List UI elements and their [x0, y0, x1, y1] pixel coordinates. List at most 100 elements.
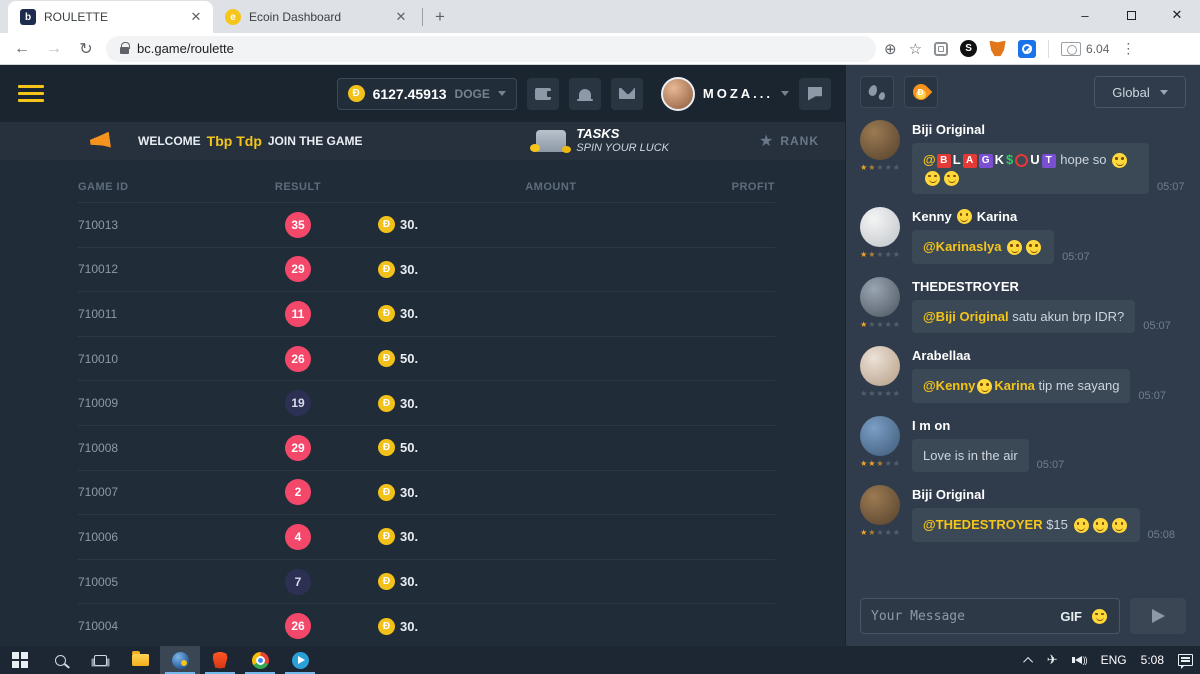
browser-menu-icon[interactable]: ⋮ [1121, 40, 1135, 57]
minimize-button[interactable]: – [1062, 0, 1108, 30]
amount-cell: Ð 50.0000000 DOGE [378, 350, 845, 367]
address-bar[interactable]: bc.game/roulette [106, 36, 876, 62]
table-row[interactable]: 710004 26 Ð 30.0000000 DOGE Ð 60.0000000… [78, 603, 775, 646]
message-inputbox[interactable]: GIF [860, 598, 1120, 634]
text-segment: Arabellaa [912, 348, 971, 363]
avatar[interactable] [860, 485, 900, 525]
chat-message[interactable]: ★★★★★ Arabellaa @KennyKarina tip me saya… [860, 346, 1186, 403]
notification-icon [1178, 654, 1193, 666]
chat-message[interactable]: ★★★★★ Biji Original @THEDESTROYER $15 05… [860, 485, 1186, 542]
tab-roulette[interactable]: b ROULETTE ✕ [8, 1, 213, 33]
chrome-button[interactable] [240, 646, 280, 674]
table-row[interactable]: 710012 29 Ð 30.0000000 DOGE Ð 60.0000000… [78, 247, 775, 292]
table-row[interactable]: 710008 29 Ð 50.0000000 DOGE Ð 100.000000… [78, 425, 775, 470]
star-icon: ★ [893, 251, 900, 259]
avatar[interactable] [860, 277, 900, 317]
table-row[interactable]: 710011 11 Ð 30.0000000 DOGE Ð 60.0000000… [78, 291, 775, 336]
welcome-banner: WELCOME Tbp Tdp JOIN THE GAME TASKS SPIN… [0, 122, 845, 160]
close-button[interactable]: ✕ [1154, 0, 1200, 30]
tab-close-icon[interactable]: ✕ [187, 8, 205, 26]
price-extension[interactable]: 6.04 [1061, 42, 1109, 56]
bubble-row: @KennyKarina tip me sayang 05:07 [912, 369, 1186, 403]
extension-s-icon[interactable]: S [960, 40, 977, 57]
taskbar-search-button[interactable] [40, 646, 80, 674]
chat-message[interactable]: ★★★★★ Biji Original @BLAGK$OUT hope so 0… [860, 120, 1186, 194]
speaker-cone-icon [1075, 656, 1082, 664]
message-username[interactable]: KennyKarina [912, 209, 1186, 224]
extension-cube-icon[interactable] [934, 42, 948, 56]
adblock-icon[interactable] [1018, 40, 1036, 58]
bubble-row: @BLAGK$OUT hope so 05:07 [912, 143, 1186, 194]
message-username[interactable]: Biji Original [912, 122, 1186, 137]
chat-messages[interactable]: ★★★★★ Biji Original @BLAGK$OUT hope so 0… [846, 116, 1200, 588]
chat-toggle-button[interactable] [799, 78, 831, 110]
chat-channel-select[interactable]: Global [1094, 76, 1186, 108]
active-app-button[interactable] [160, 646, 200, 674]
volume-button[interactable]: )) [1065, 646, 1094, 674]
language-indicator[interactable]: ENG [1094, 646, 1134, 674]
rain-button[interactable] [860, 76, 894, 108]
brave-button[interactable] [200, 646, 240, 674]
chat-message[interactable]: ★★★★★ KennyKarina @Karinaslya 05:07 [860, 207, 1186, 264]
forward-icon[interactable]: → [42, 40, 66, 58]
message-username[interactable]: THEDESTROYER [912, 279, 1186, 294]
user-rating-stars: ★★★★★ [860, 529, 900, 537]
tab-ecoin-dashboard[interactable]: e Ecoin Dashboard ✕ [213, 1, 418, 33]
star-icon: ★ [893, 164, 900, 172]
avatar[interactable] [860, 120, 900, 160]
metamask-icon[interactable] [989, 41, 1006, 57]
reload-icon[interactable]: ↻ [74, 39, 98, 59]
airplane-mode-icon[interactable]: ✈ [1040, 646, 1065, 674]
table-row[interactable]: 710010 26 Ð 50.0000000 DOGE Ð 100.000000… [78, 336, 775, 381]
notifications-button[interactable] [569, 78, 601, 110]
tray-expand-button[interactable] [1019, 646, 1040, 674]
message-input[interactable] [871, 609, 1052, 624]
table-row[interactable]: 710007 2 Ð 30.0000000 DOGE Ð 60.0000000 … [78, 470, 775, 515]
block-ring-icon [1022, 44, 1032, 54]
result-cell: 26 [218, 346, 378, 372]
chat-message[interactable]: ★★★★★ THEDESTROYER @Biji Original satu a… [860, 277, 1186, 334]
table-row[interactable]: 710009 19 Ð 30.0000000 DOGE Ð 60.0000000… [78, 380, 775, 425]
tab-close-icon[interactable]: ✕ [392, 8, 410, 26]
wallet-button[interactable] [527, 78, 559, 110]
clock[interactable]: 5:08 [1134, 646, 1171, 674]
table-row[interactable]: 710013 35 Ð 30.0000000 DOGE Ð 60.0000000… [78, 202, 775, 247]
bookmark-star-icon[interactable]: ☆ [909, 40, 922, 58]
welcome-text: WELCOME Tbp Tdp JOIN THE GAME [138, 133, 363, 149]
coin-drop-button[interactable]: Ð [904, 76, 938, 108]
emoji [1007, 240, 1022, 255]
balance-selector[interactable]: Ð 6127.45913 DOGE [337, 78, 517, 110]
messages-button[interactable] [611, 78, 643, 110]
gif-button[interactable]: GIF [1060, 609, 1082, 624]
username: MOZA... [703, 86, 773, 101]
avatar[interactable] [860, 346, 900, 386]
restore-button[interactable] [1108, 0, 1154, 30]
chat-panel: Ð Global ★★★★★ Biji Original @BLAGK$OUT … [845, 65, 1200, 646]
start-button[interactable] [0, 646, 40, 674]
emoji-picker-icon[interactable] [1092, 609, 1107, 624]
avatar[interactable] [860, 207, 900, 247]
table-row[interactable]: 710005 7 Ð 30.0000000 DOGE Ð 60.0000000 … [78, 559, 775, 604]
rank-shortcut[interactable]: ★ RANK [759, 131, 819, 151]
new-tab-button[interactable]: + [427, 4, 453, 30]
back-icon[interactable]: ← [10, 40, 34, 58]
task-view-button[interactable] [80, 646, 120, 674]
url-text[interactable]: bc.game/roulette [137, 41, 234, 56]
chat-message[interactable]: ★★★★★ I m on Love is in the air 05:07 [860, 416, 1186, 473]
zoom-page-icon[interactable]: ⊕ [884, 40, 897, 58]
file-explorer-button[interactable] [120, 646, 160, 674]
action-center-button[interactable] [1171, 646, 1200, 674]
avatar[interactable] [860, 416, 900, 456]
user-menu[interactable]: MOZA... [661, 77, 789, 111]
menu-icon[interactable] [18, 85, 44, 102]
amount-cell: Ð 30.0000000 DOGE [378, 395, 845, 412]
message-username[interactable]: Biji Original [912, 487, 1186, 502]
message-username[interactable]: Arabellaa [912, 348, 1186, 363]
text-segment: hope so [1057, 152, 1111, 167]
tasks-shortcut[interactable]: TASKS SPIN YOUR LUCK [536, 127, 669, 155]
send-button[interactable] [1130, 598, 1186, 634]
message-username[interactable]: I m on [912, 418, 1186, 433]
telegram-button[interactable] [280, 646, 320, 674]
table-row[interactable]: 710006 4 Ð 30.0000000 DOGE Ð 60.0000000 … [78, 514, 775, 559]
star-icon: ★ [876, 460, 883, 468]
